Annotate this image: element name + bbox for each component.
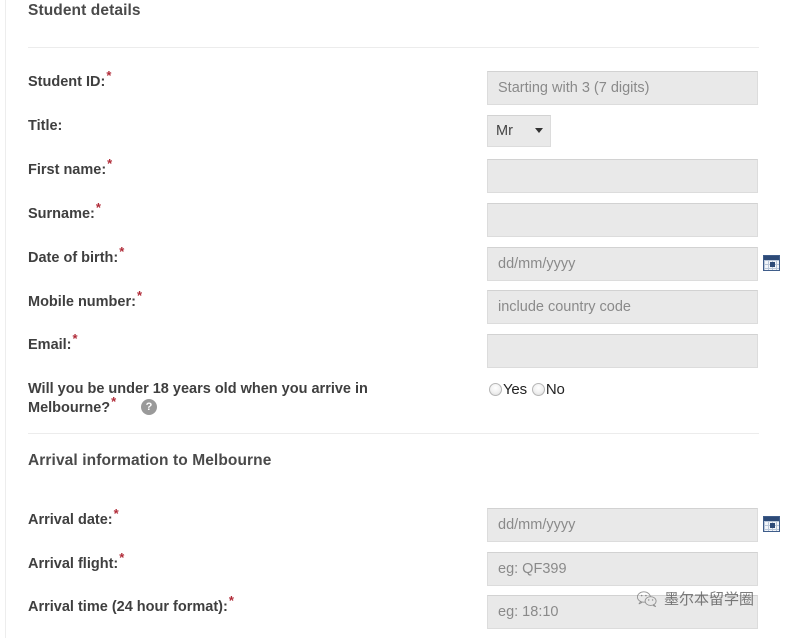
student-id-input[interactable]: Starting with 3 (7 digits) <box>487 71 758 105</box>
calendar-icon[interactable] <box>763 255 780 271</box>
label-title: Title: <box>28 117 62 136</box>
calendar-icon-day <box>770 262 775 267</box>
label-email-text: Email: <box>28 337 72 353</box>
required-asterisk: * <box>107 156 113 172</box>
help-icon[interactable]: ? <box>141 399 157 415</box>
radio-no-label: No <box>545 381 565 398</box>
radio-yes-label: Yes <box>503 381 527 398</box>
label-arrival-flight-text: Arrival flight: <box>28 556 119 572</box>
calendar-icon-grid <box>764 521 779 531</box>
label-mobile-number-text: Mobile number: <box>28 294 136 310</box>
label-under-18-question: Will you be under 18 years old when you … <box>28 380 448 418</box>
label-first-name-text: First name: <box>28 162 107 178</box>
radio-option-no[interactable]: No <box>531 381 565 398</box>
arrival-flight-input[interactable]: eg: QF399 <box>487 552 758 586</box>
label-student-id: Student ID:* <box>28 69 111 92</box>
section-title-student-details: Student details <box>28 2 141 19</box>
section-divider-arrival <box>28 433 759 434</box>
required-asterisk: * <box>228 593 234 609</box>
label-student-id-text: Student ID: <box>28 74 106 90</box>
required-asterisk: * <box>119 550 125 566</box>
date-of-birth-input[interactable]: dd/mm/yyyy <box>487 247 758 281</box>
required-asterisk: * <box>95 200 101 216</box>
required-asterisk: * <box>111 394 117 410</box>
radio-yes-input[interactable] <box>489 383 502 396</box>
required-asterisk: * <box>119 244 125 260</box>
label-arrival-time: Arrival time (24 hour format):* <box>28 594 234 617</box>
label-arrival-date: Arrival date:* <box>28 507 119 530</box>
form-page: Student details Student ID:* Starting wi… <box>0 0 800 638</box>
under-18-radio-group: Yes No <box>489 381 570 398</box>
section-title-arrival-information: Arrival information to Melbourne <box>28 452 272 469</box>
label-date-of-birth: Date of birth:* <box>28 245 124 268</box>
radio-option-yes[interactable]: Yes <box>489 381 527 398</box>
required-asterisk: * <box>72 331 78 347</box>
page-left-edge <box>5 0 6 638</box>
surname-input[interactable] <box>487 203 758 237</box>
label-arrival-flight: Arrival flight:* <box>28 551 124 574</box>
calendar-icon[interactable] <box>763 516 780 532</box>
radio-no-input[interactable] <box>531 383 545 396</box>
label-surname-text: Surname: <box>28 206 95 222</box>
first-name-input[interactable] <box>487 159 758 193</box>
required-asterisk: * <box>113 506 119 522</box>
label-date-of-birth-text: Date of birth: <box>28 250 119 266</box>
title-select[interactable]: Mr <box>487 115 551 147</box>
wechat-logo <box>636 590 657 607</box>
label-first-name: First name:* <box>28 157 112 180</box>
label-title-text: Title: <box>28 118 63 134</box>
calendar-icon-grid <box>764 260 779 270</box>
required-asterisk: * <box>136 288 143 304</box>
title-select-value: Mr <box>496 123 513 139</box>
mobile-number-input[interactable]: include country code <box>487 290 758 324</box>
email-input[interactable] <box>487 334 758 368</box>
watermark-text: 墨尔本留学圈 <box>664 590 755 608</box>
section-divider-top <box>28 47 759 48</box>
label-surname: Surname:* <box>28 201 101 224</box>
calendar-icon-day <box>770 523 775 528</box>
label-arrival-date-text: Arrival date: <box>28 512 113 528</box>
label-mobile-number: Mobile number:* <box>28 289 142 312</box>
label-email: Email:* <box>28 332 78 355</box>
label-under-18-text: Will you be under 18 years old when you … <box>28 381 368 416</box>
arrival-date-input[interactable]: dd/mm/yyyy <box>487 508 758 542</box>
chevron-down-icon <box>535 128 543 133</box>
required-asterisk: * <box>106 68 112 84</box>
label-arrival-time-text: Arrival time (24 hour format): <box>28 599 228 615</box>
watermark-overlay: 墨尔本留学圈 <box>636 588 754 609</box>
